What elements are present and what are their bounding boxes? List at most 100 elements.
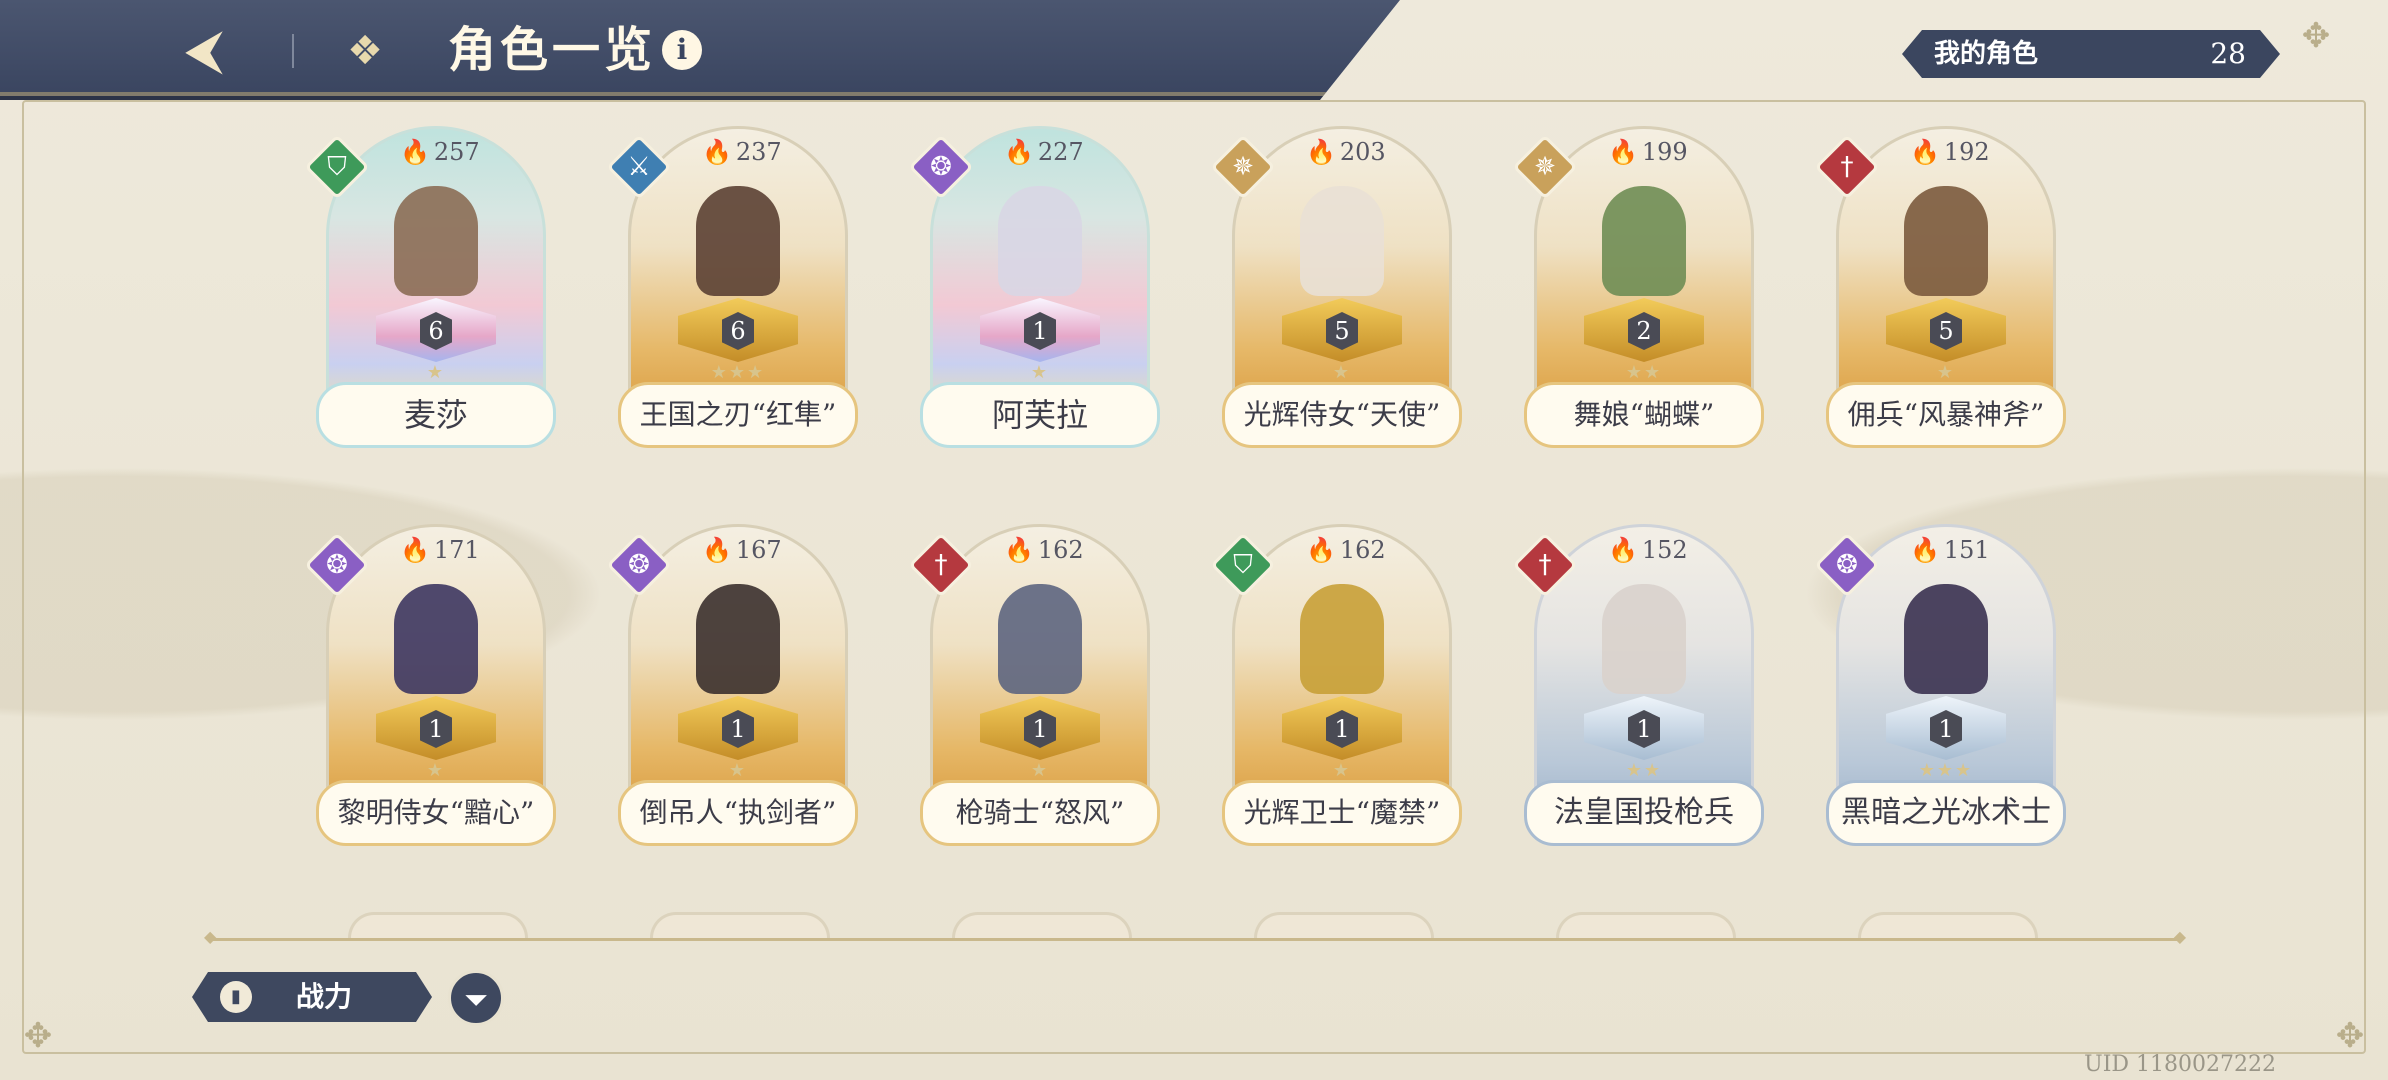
character-name: 法皇国投枪兵 xyxy=(1524,780,1764,846)
flame-icon: 🔥 xyxy=(1608,138,1638,166)
header-bar: ⮜ ❖ 角色一览 i xyxy=(0,0,1400,100)
star-rating: ★★ xyxy=(1625,362,1663,383)
power-value: 🔥 162 xyxy=(1004,536,1084,564)
bar-chart-icon: ▮ xyxy=(220,981,252,1013)
info-icon[interactable]: i xyxy=(662,30,702,70)
character-name: 光辉卫士“魔禁” xyxy=(1222,780,1462,846)
level-badge: 1 xyxy=(420,710,452,748)
power-value: 🔥 199 xyxy=(1608,138,1688,166)
power-value: 🔥 167 xyxy=(702,536,782,564)
star-rating: ★★★ xyxy=(710,362,766,383)
star-rating: ★ xyxy=(426,362,446,383)
ornament-corner-icon: ✥ xyxy=(2335,1016,2365,1056)
power-value: 🔥 203 xyxy=(1306,138,1386,166)
sort-by-power-button[interactable]: ▮ 战力 xyxy=(192,972,432,1022)
level-badge: 1 xyxy=(1024,312,1056,350)
partial-card[interactable] xyxy=(348,912,528,938)
level-badge: 6 xyxy=(420,312,452,350)
flame-icon: 🔥 xyxy=(1004,536,1034,564)
character-sprite xyxy=(696,584,780,694)
character-name: 舞娘“蝴蝶” xyxy=(1524,382,1764,448)
character-card[interactable]: ✵ 🔥 203 5 ★ 光辉侍女“天使” xyxy=(1210,126,1462,456)
character-card[interactable]: † 🔥 152 1 ★★ 法皇国投枪兵 xyxy=(1512,524,1764,854)
character-card[interactable]: ❂ 🔥 227 1 ★ 阿芙拉 xyxy=(908,126,1160,456)
power-value: 🔥 257 xyxy=(400,138,480,166)
filter-icon[interactable]: ⏷ xyxy=(448,970,504,1026)
partial-card[interactable] xyxy=(952,912,1132,938)
character-name: 黎明侍女“黯心” xyxy=(316,780,556,846)
character-sprite xyxy=(1602,584,1686,694)
star-rating: ★ xyxy=(1030,760,1050,781)
character-name: 光辉侍女“天使” xyxy=(1222,382,1462,448)
star-rating: ★ xyxy=(1332,760,1352,781)
star-rating: ★ xyxy=(1936,362,1956,383)
power-value: 🔥 237 xyxy=(702,138,782,166)
my-characters-label: 我的角色 xyxy=(1934,39,2039,69)
partial-card[interactable] xyxy=(1556,912,1736,938)
power-value: 🔥 151 xyxy=(1910,536,1990,564)
flame-icon: 🔥 xyxy=(1004,138,1034,166)
level-badge: 1 xyxy=(1024,710,1056,748)
flame-icon: 🔥 xyxy=(400,138,430,166)
flame-icon: 🔥 xyxy=(1306,138,1336,166)
level-badge: 2 xyxy=(1628,312,1660,350)
power-value: 🔥 152 xyxy=(1608,536,1688,564)
flame-icon: 🔥 xyxy=(702,138,732,166)
character-card[interactable]: ✵ 🔥 199 2 ★★ 舞娘“蝴蝶” xyxy=(1512,126,1764,456)
uid-text: UID 1180027222 xyxy=(2084,1052,2276,1077)
character-name: 倒吊人“执剑者” xyxy=(618,780,858,846)
partial-card[interactable] xyxy=(650,912,830,938)
character-card[interactable]: ❂ 🔥 151 1 ★★★ 黑暗之光冰术士 xyxy=(1814,524,2066,854)
star-rating: ★★ xyxy=(1625,760,1663,781)
character-card[interactable]: ⛉ 🔥 257 6 ★ 麦莎 xyxy=(304,126,556,456)
level-badge: 5 xyxy=(1326,312,1358,350)
character-sprite xyxy=(394,584,478,694)
character-sprite xyxy=(1300,584,1384,694)
flame-icon: 🔥 xyxy=(1910,536,1940,564)
power-value: 🔥 171 xyxy=(400,536,480,564)
character-sprite xyxy=(998,186,1082,296)
partial-card[interactable] xyxy=(1254,912,1434,938)
character-name: 阿芙拉 xyxy=(920,382,1160,448)
flame-icon: 🔥 xyxy=(1608,536,1638,564)
character-sprite xyxy=(394,186,478,296)
level-badge: 6 xyxy=(722,312,754,350)
star-rating: ★★★ xyxy=(1918,760,1974,781)
character-name: 王国之刃“红隼” xyxy=(618,382,858,448)
row-divider xyxy=(204,927,2186,946)
grid-menu-icon[interactable]: ❖ xyxy=(340,26,390,76)
my-characters-counter: 我的角色 28 xyxy=(1902,30,2280,78)
character-sprite xyxy=(1300,186,1384,296)
sort-label: 战力 xyxy=(296,980,353,1013)
my-characters-count: 28 xyxy=(2210,37,2246,70)
character-card[interactable]: ❂ 🔥 167 1 ★ 倒吊人“执剑者” xyxy=(606,524,858,854)
power-value: 🔥 192 xyxy=(1910,138,1990,166)
partial-card[interactable] xyxy=(1858,912,2038,938)
character-name: 枪骑士“怒风” xyxy=(920,780,1160,846)
header-divider xyxy=(292,34,294,68)
power-value: 🔥 227 xyxy=(1004,138,1084,166)
flame-icon: 🔥 xyxy=(1910,138,1940,166)
character-sprite xyxy=(1602,186,1686,296)
character-name: 佣兵“风暴神斧” xyxy=(1826,382,2066,448)
ornament-corner-icon: ✥ xyxy=(2301,16,2331,56)
star-rating: ★ xyxy=(728,760,748,781)
character-card[interactable]: † 🔥 192 5 ★ 佣兵“风暴神斧” xyxy=(1814,126,2066,456)
character-card[interactable]: † 🔥 162 1 ★ 枪骑士“怒风” xyxy=(908,524,1160,854)
flame-icon: 🔥 xyxy=(400,536,430,564)
character-card[interactable]: ⛉ 🔥 162 1 ★ 光辉卫士“魔禁” xyxy=(1210,524,1462,854)
star-rating: ★ xyxy=(1332,362,1352,383)
back-arrow-icon[interactable]: ⮜ xyxy=(168,22,240,78)
character-name: 黑暗之光冰术士 xyxy=(1826,780,2066,846)
character-name: 麦莎 xyxy=(316,382,556,448)
character-card[interactable]: ⚔ 🔥 237 6 ★★★ 王国之刃“红隼” xyxy=(606,126,858,456)
star-rating: ★ xyxy=(1030,362,1050,383)
level-badge: 1 xyxy=(1628,710,1660,748)
level-badge: 1 xyxy=(722,710,754,748)
page-title: 角色一览 xyxy=(448,22,657,78)
ornament-corner-icon: ✥ xyxy=(23,1016,53,1056)
character-card[interactable]: ❂ 🔥 171 1 ★ 黎明侍女“黯心” xyxy=(304,524,556,854)
flame-icon: 🔥 xyxy=(702,536,732,564)
star-rating: ★ xyxy=(426,760,446,781)
level-badge: 5 xyxy=(1930,312,1962,350)
